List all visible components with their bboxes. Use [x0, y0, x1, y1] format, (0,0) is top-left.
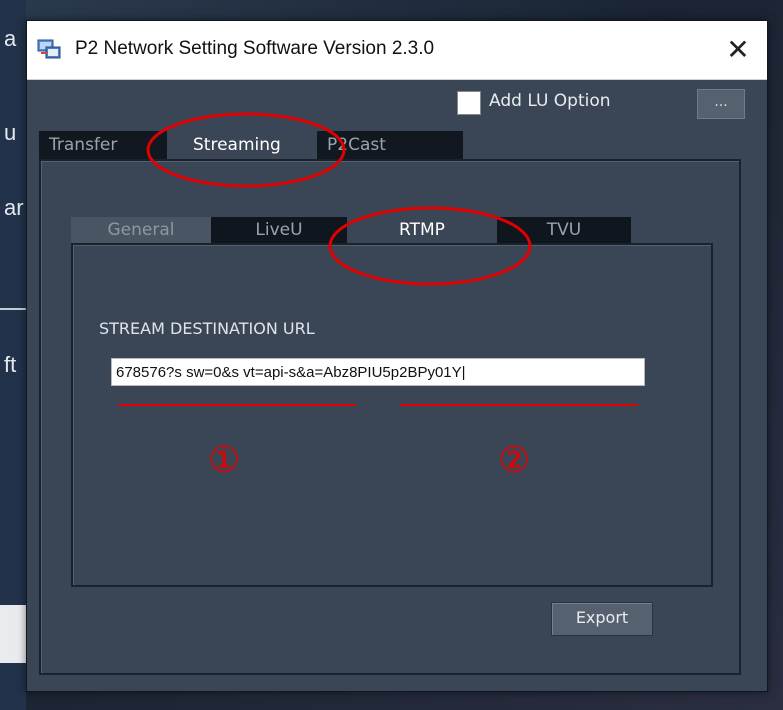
tab-label: Streaming [193, 135, 281, 155]
more-options-button[interactable]: ... [697, 89, 745, 119]
add-lu-option-checkbox[interactable] [457, 91, 481, 115]
app-network-icon [37, 39, 61, 59]
background-text-fragment: u [4, 120, 17, 145]
window-title: P2 Network Setting Software Version 2.3.… [75, 38, 435, 59]
annotation-marker-2: ② [498, 440, 531, 481]
title-bar[interactable]: P2 Network Setting Software Version 2.3.… [27, 21, 767, 80]
background-white-block [0, 605, 26, 663]
tab-transfer[interactable]: Transfer [39, 131, 167, 159]
close-button[interactable]: ✕ [721, 33, 755, 67]
tab-streaming[interactable]: Streaming [167, 131, 327, 159]
tab-general[interactable]: General [71, 217, 211, 243]
tab-p2cast[interactable]: P2Cast [317, 131, 463, 159]
stream-destination-url-label: STREAM DESTINATION URL [99, 319, 315, 338]
background-text-fragment: ar [4, 195, 24, 220]
tab-rtmp[interactable]: RTMP [347, 217, 497, 243]
tab-tvu[interactable]: TVU [497, 217, 631, 243]
background-divider [0, 308, 26, 310]
background-text-fragment: a [4, 26, 17, 51]
add-lu-option-label: Add LU Option [489, 91, 611, 111]
tab-label: RTMP [399, 220, 445, 240]
tab-label: TVU [546, 220, 582, 240]
stream-destination-url-input[interactable]: 678576?s sw=0&s vt=api-s&a=Abz8PIU5p2BPy… [111, 358, 645, 386]
tab-label: General [107, 220, 175, 240]
p2-network-setting-window: P2 Network Setting Software Version 2.3.… [26, 20, 768, 692]
background-text-fragment: ft [4, 352, 17, 377]
tab-label: P2Cast [327, 135, 386, 155]
tab-label: Transfer [49, 135, 118, 155]
annotation-marker-1: ① [208, 440, 241, 481]
tab-liveu[interactable]: LiveU [211, 217, 347, 243]
rtmp-panel [71, 243, 713, 587]
export-button[interactable]: Export [551, 602, 653, 636]
tab-label: LiveU [255, 220, 303, 240]
